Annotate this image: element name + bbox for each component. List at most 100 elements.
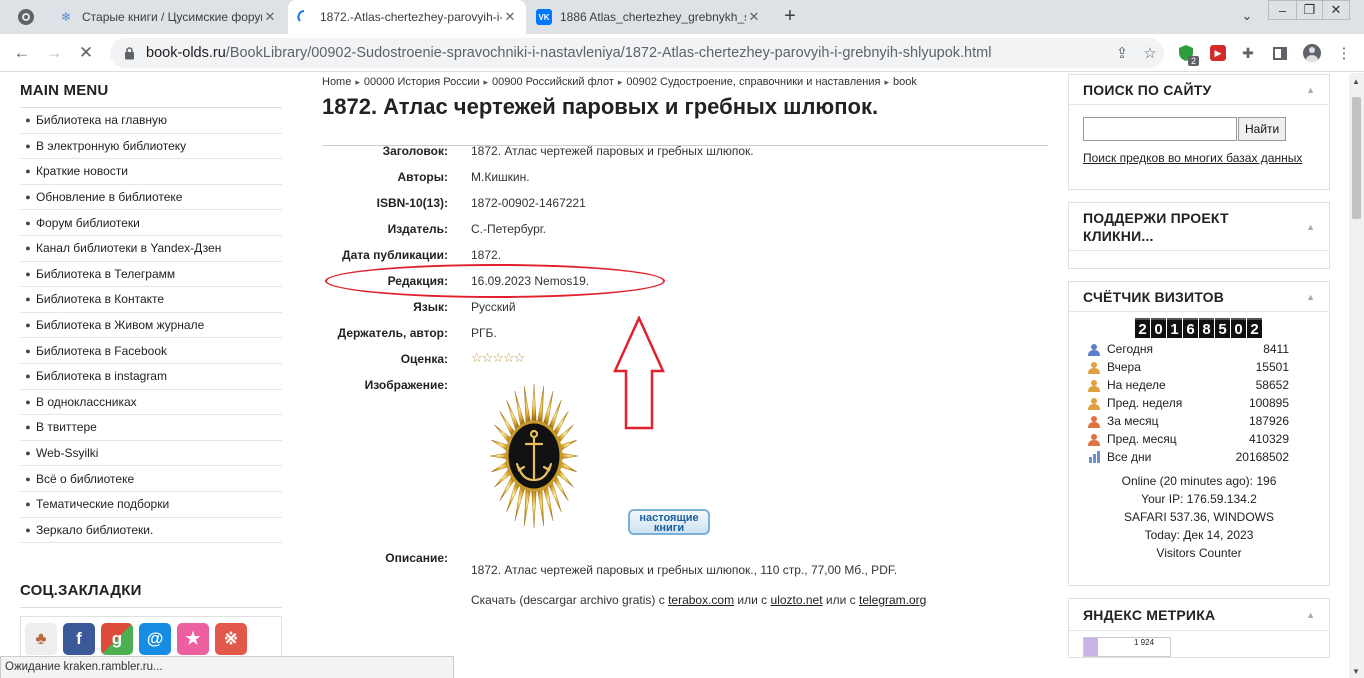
metrika-informer[interactable]: 1 924 — [1083, 637, 1171, 657]
breadcrumb-history[interactable]: 00000 История России — [364, 76, 480, 88]
tab-current-page[interactable]: 1872.-Atlas-chertezhey-parovyih-i-g ✕ — [288, 0, 526, 34]
sidebar-menu-item[interactable]: ● Библиотека в Живом журнале — [20, 313, 282, 339]
telegram-link[interactable]: telegram.org — [859, 593, 926, 607]
extensions-puzzle-icon[interactable]: ✚ — [1238, 43, 1258, 63]
user-icon — [1087, 414, 1101, 428]
bookmark-star-icon[interactable]: ☆ — [1136, 44, 1164, 62]
breadcrumb-book: book — [893, 76, 917, 88]
address-bar[interactable]: book-olds.ru/BookLibrary/00902-Sudostroe… — [110, 38, 1164, 68]
share-icon[interactable]: ⇪ — [1108, 44, 1136, 62]
sidebar-menu-item[interactable]: ● Форум библиотеки — [20, 210, 282, 236]
sidebar-menu-item[interactable]: ● Краткие новости — [20, 159, 282, 185]
page-scrollbar[interactable]: ▲ ▼ — [1349, 73, 1364, 678]
annotation-ellipse — [325, 264, 665, 298]
field-value: Русский — [471, 300, 516, 314]
sidebar-menu-item[interactable]: ● Зеркало библиотеки. — [20, 518, 282, 544]
close-icon[interactable]: ✕ — [746, 9, 762, 25]
download-or: или с — [822, 593, 859, 607]
profile-avatar-icon[interactable] — [1302, 43, 1322, 63]
sidebar-menu-label: Всё о библиотеке — [36, 471, 135, 486]
breadcrumb-home[interactable]: Home — [322, 76, 351, 88]
real-books-button[interactable]: настоящие книги — [628, 509, 710, 535]
sidebar-menu-item[interactable]: ● В одноклассниках — [20, 390, 282, 416]
tab-vk-atlas[interactable]: VK 1886 Atlas_chertezhey_grebnykh_sl ✕ — [528, 0, 770, 34]
bullet-icon: ● — [25, 320, 31, 331]
field-label: Изображение: — [364, 378, 448, 392]
close-icon[interactable]: ✕ — [262, 9, 278, 25]
browser-menu-icon[interactable]: ⋮ — [1334, 43, 1354, 63]
field-value: 1872. Атлас чертежей паровых и гребных ш… — [471, 563, 898, 577]
counter-digit: 0 — [1151, 318, 1166, 338]
sidebar-menu-item[interactable]: ● В твиттере — [20, 415, 282, 441]
counter-stat-row: За месяц 187926 — [1069, 412, 1329, 430]
tab-overview-icon[interactable] — [18, 9, 34, 25]
chevron-right-icon: ▸ — [617, 76, 623, 87]
sidebar-menu-item[interactable]: ● Библиотека в Телеграмм — [20, 262, 282, 288]
book-cover-image[interactable] — [489, 383, 579, 535]
search-input[interactable] — [1083, 117, 1237, 141]
breadcrumb-fleet[interactable]: 00900 Российский флот — [492, 76, 614, 88]
scroll-up-arrow-icon[interactable]: ▲ — [1352, 77, 1360, 86]
restore-button[interactable]: ❐ — [1296, 0, 1322, 20]
rating-stars[interactable]: ☆☆☆☆☆ — [471, 350, 525, 366]
minimize-button[interactable]: – — [1268, 0, 1296, 20]
sidebar-menu-item[interactable]: ● Библиотека в Контакте — [20, 287, 282, 313]
ancestors-search-link[interactable]: Поиск предков во многих базах данных — [1069, 141, 1329, 181]
sidebar-menu-item[interactable]: ● В электронную библиотеку — [20, 134, 282, 160]
bullet-icon: ● — [25, 243, 31, 254]
bar-chart-icon — [1087, 450, 1101, 464]
terabox-link[interactable]: terabox.com — [668, 593, 734, 607]
sidebar-menu-label: Краткие новости — [36, 164, 128, 179]
collapse-icon[interactable]: ▲ — [1306, 222, 1315, 232]
sidebar-menu-item[interactable]: ● Библиотека в instagram — [20, 364, 282, 390]
lock-icon[interactable] — [122, 46, 136, 60]
field-label: Дата публикации: — [342, 248, 448, 262]
tab-old-books-forum[interactable]: ❄ Старые книги / Цусимские форумы ✕ — [50, 0, 286, 34]
field-value: 1872. — [471, 248, 502, 262]
back-arrow-icon[interactable]: ← — [8, 39, 36, 67]
scroll-down-arrow-icon[interactable]: ▼ — [1352, 667, 1360, 676]
google-bookmark-icon[interactable]: g — [101, 623, 133, 655]
sidebar-menu-item[interactable]: ● Тематические подборки — [20, 492, 282, 518]
tab-label: 1872.-Atlas-chertezhey-parovyih-i-g — [320, 10, 502, 24]
new-tab-button[interactable]: + — [777, 4, 803, 30]
vk-icon: VK — [536, 9, 552, 25]
sidebar-menu-item[interactable]: ● Обновление в библиотеке — [20, 185, 282, 211]
your-ip: Your IP: 176.59.134.2 — [1141, 492, 1257, 506]
user-icon — [1087, 342, 1101, 356]
sidebar-menu-item[interactable]: ● Web-Ssyilki — [20, 441, 282, 467]
myworld-bookmark-icon[interactable]: ♣ — [25, 623, 57, 655]
stat-value: 187926 — [1248, 414, 1289, 428]
sidebar-menu-item[interactable]: ● Канал библиотеки в Yandex-Дзен — [20, 236, 282, 262]
ulozto-link[interactable]: ulozto.net — [771, 593, 823, 607]
sidebar-menu-item[interactable]: ● Библиотека на главную — [20, 108, 282, 134]
sidebar-menu-label: Библиотека в Телеграмм — [36, 266, 176, 281]
mail-bookmark-icon[interactable]: @ — [139, 623, 171, 655]
forward-arrow-icon[interactable]: → — [40, 39, 68, 67]
favorites-bookmark-icon[interactable]: ★ — [177, 623, 209, 655]
close-window-button[interactable]: ✕ — [1322, 0, 1350, 20]
tab-search-dropdown-icon[interactable]: ⌄ — [1238, 8, 1256, 26]
sidebar-menu-item[interactable]: ● Библиотека в Facebook — [20, 338, 282, 364]
collapse-icon[interactable]: ▲ — [1306, 292, 1315, 302]
side-panel-icon[interactable] — [1270, 43, 1290, 63]
facebook-bookmark-icon[interactable]: f — [63, 623, 95, 655]
support-widget-header: ПОДДЕРЖИ ПРОЕКТ КЛИКНИ... ▲ — [1069, 203, 1329, 251]
misc-bookmark-icon[interactable]: ※ — [215, 623, 247, 655]
sidebar-menu-label: Библиотека в Facebook — [36, 343, 167, 358]
extension-shield-icon[interactable]: 2 — [1176, 43, 1199, 66]
extension-red-icon[interactable]: ▶ — [1208, 43, 1228, 63]
close-icon[interactable]: ✕ — [502, 9, 518, 25]
bullet-icon: ● — [25, 294, 31, 305]
collapse-icon[interactable]: ▲ — [1306, 610, 1315, 620]
stop-loading-icon[interactable]: ✕ — [72, 39, 100, 67]
scrollbar-thumb[interactable] — [1352, 97, 1361, 219]
bullet-icon: ● — [25, 422, 31, 433]
breadcrumb-shipbuilding[interactable]: 00902 Судостроение, справочники и настав… — [626, 76, 880, 88]
visitors-counter-link[interactable]: Visitors Counter — [1069, 544, 1329, 562]
collapse-icon[interactable]: ▲ — [1306, 85, 1315, 95]
sidebar-menu-item[interactable]: ● Всё о библиотеке — [20, 466, 282, 492]
browser-info: SAFARI 537.36, WINDOWS — [1123, 510, 1275, 524]
counter-digit: 6 — [1183, 318, 1198, 338]
search-button[interactable]: Найти — [1238, 117, 1287, 141]
